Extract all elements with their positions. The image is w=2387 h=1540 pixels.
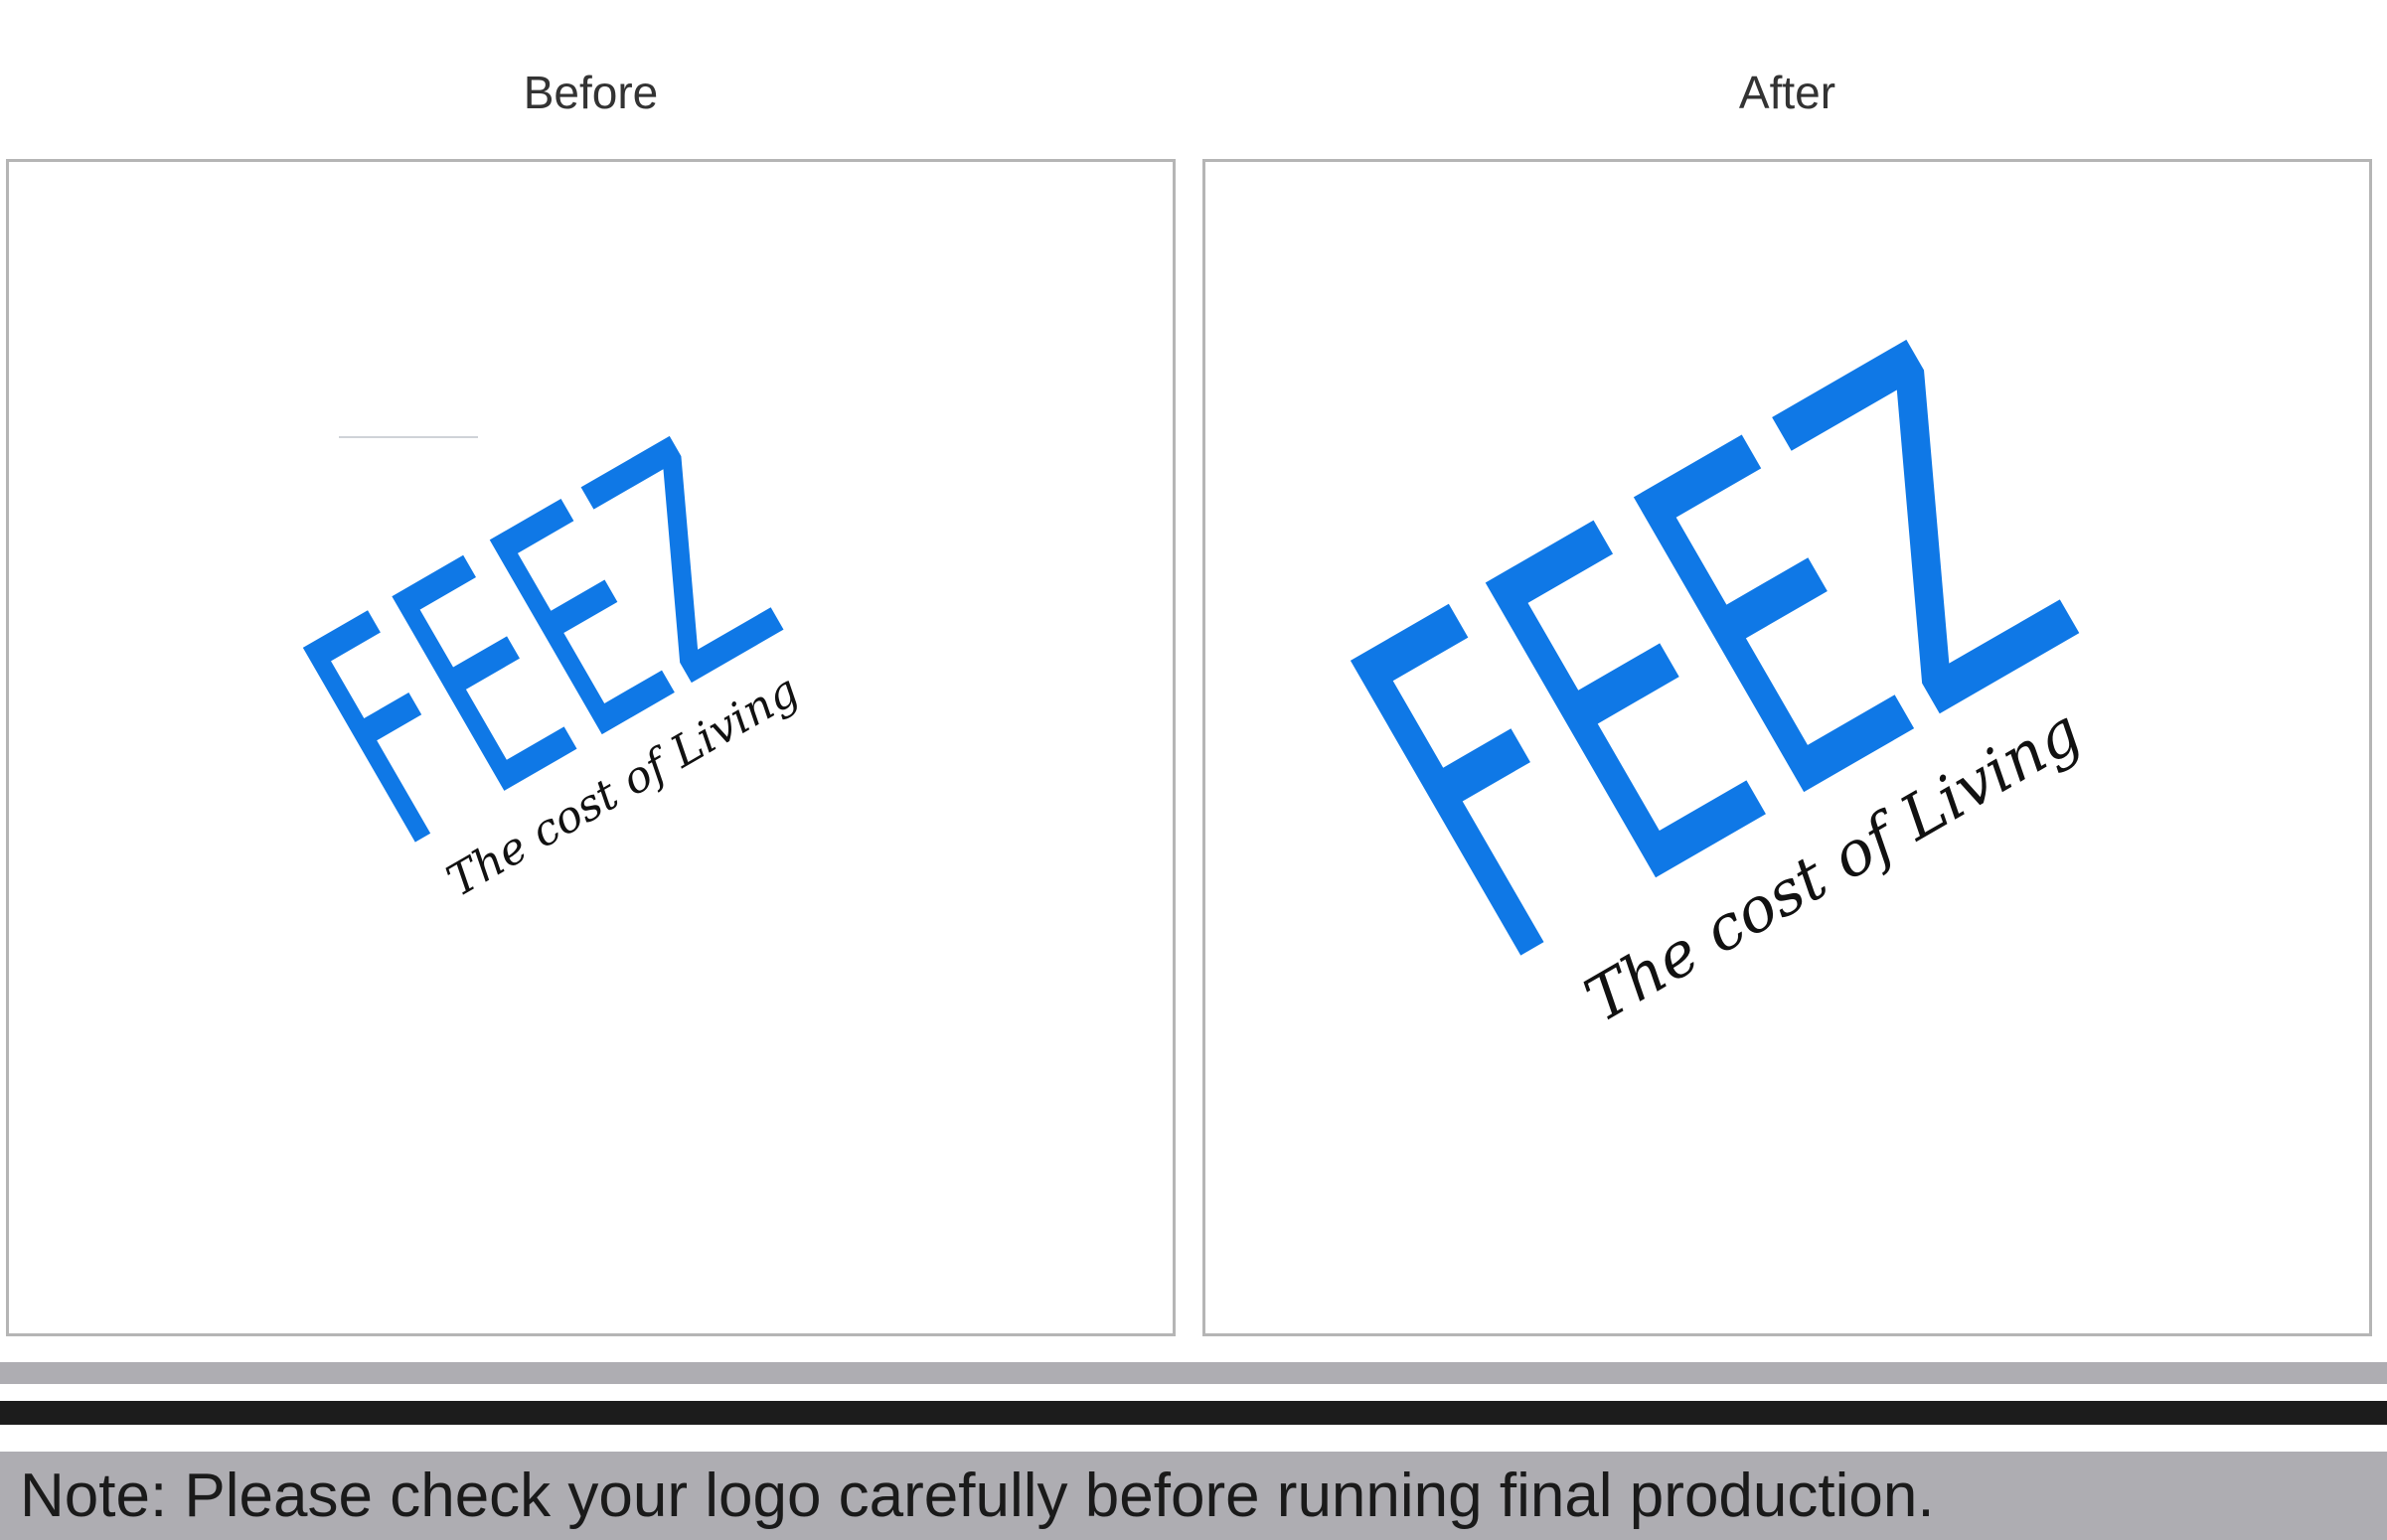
- divider-bar-gray: [0, 1362, 2387, 1384]
- after-logo: FEEZ The cost of Living: [1281, 251, 2146, 1065]
- note-text: Note: Please check your logo carefully b…: [20, 1462, 1935, 1530]
- after-heading: After: [1738, 67, 1836, 118]
- before-panel: FEEZ The cost of Living: [6, 159, 1176, 1336]
- divider-bar-black: [0, 1401, 2387, 1425]
- before-logo: FEEZ The cost of Living: [257, 379, 827, 914]
- after-panel: FEEZ The cost of Living: [1202, 159, 2372, 1336]
- note-bar: Note: Please check your logo carefully b…: [0, 1452, 2387, 1540]
- before-heading: Before: [523, 67, 659, 118]
